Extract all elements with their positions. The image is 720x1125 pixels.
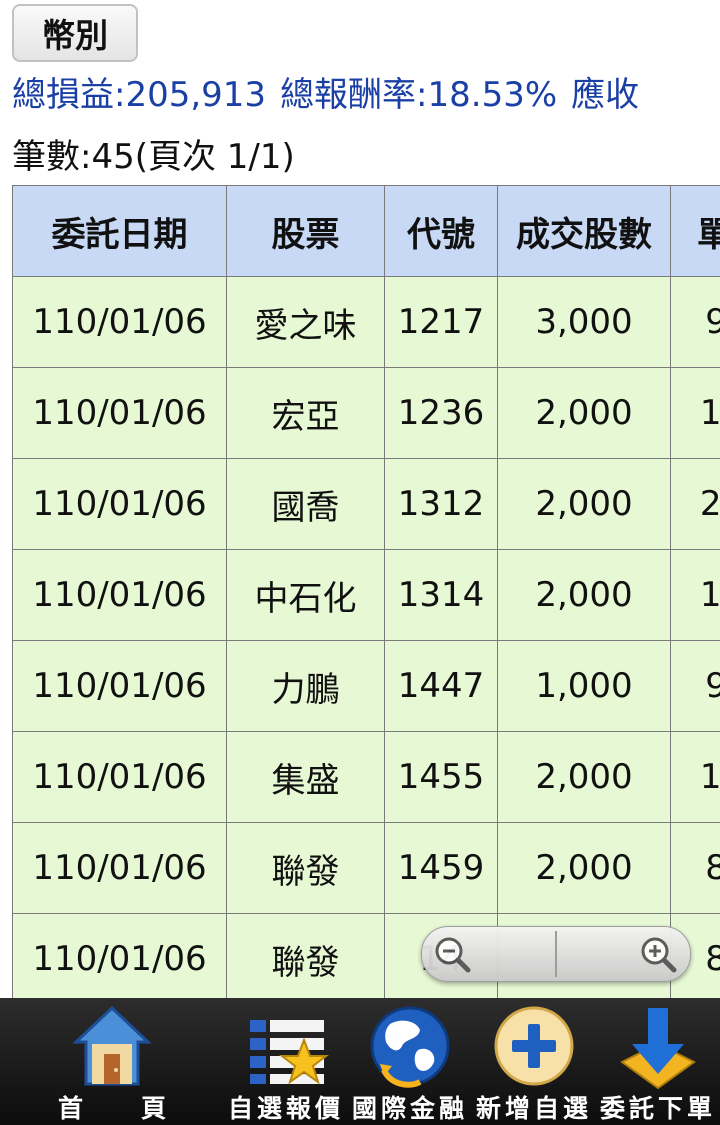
cell-name[interactable]: 集盛 (226, 731, 385, 823)
summary-line: 總損益:205,913 總報酬率:18.53% 應收 (12, 70, 653, 120)
cell-name[interactable]: 愛之味 (226, 276, 385, 368)
globe-icon (360, 998, 460, 1088)
table-row[interactable]: 110/01/06國喬13122,00024 (12, 458, 720, 550)
cell-code: 1455 (384, 731, 498, 823)
total-return: 總報酬率:18.53% (280, 75, 558, 115)
table-row[interactable]: 110/01/06中石化13142,00011 (12, 549, 720, 641)
plus-icon (484, 998, 584, 1086)
nav-add-watchlist-label: 新增自選 (476, 1094, 593, 1123)
nav-place-order-label: 委託下單 (600, 1094, 717, 1123)
cell-price: 10 (670, 731, 720, 823)
column-header-code[interactable]: 代號 (384, 185, 498, 277)
receivable: 應收 (571, 75, 640, 115)
watchlist-star-icon (236, 998, 336, 1085)
page: 幣別 總損益:205,913 總報酬率:18.53% 應收 筆數:45(頁次 1/1… (0, 0, 720, 1125)
table-row[interactable]: 110/01/06愛之味12173,0009. (12, 276, 720, 368)
cell-price: 14 (670, 367, 720, 459)
cell-shares: 2,000 (497, 549, 671, 641)
cell-shares: 2,000 (497, 458, 671, 550)
table-header-row: 委託日期 股票 代號 成交股數 單 (12, 185, 720, 277)
cell-date: 110/01/06 (12, 458, 227, 550)
cell-name[interactable]: 國喬 (226, 458, 385, 550)
zoom-out-button[interactable] (422, 927, 555, 981)
cell-date: 110/01/06 (12, 640, 227, 732)
nav-watchlist-quotes[interactable]: 自選報價 (224, 998, 348, 1125)
cell-date: 110/01/06 (12, 913, 227, 1005)
bottom-nav: 首頁 自選報價 國際金融 新增自選 委託下單 (0, 998, 720, 1125)
cell-price: 9. (670, 640, 720, 732)
cell-shares: 2,000 (497, 367, 671, 459)
cell-shares: 3,000 (497, 276, 671, 368)
column-header-date[interactable]: 委託日期 (12, 185, 227, 277)
cell-date: 110/01/06 (12, 731, 227, 823)
nav-home-label: 首頁 (58, 1094, 225, 1123)
cell-date: 110/01/06 (12, 367, 227, 459)
cell-shares: 2,000 (497, 822, 671, 914)
zoom-out-icon (435, 937, 471, 973)
nav-international-finance[interactable]: 國際金融 (348, 998, 472, 1125)
zoom-in-icon (641, 937, 677, 973)
table-row[interactable]: 110/01/06聯發14592,0008. (12, 822, 720, 914)
cell-name[interactable]: 力鵬 (226, 640, 385, 732)
order-table: 委託日期 股票 代號 成交股數 單 110/01/06愛之味12173,0009… (12, 185, 720, 1005)
cell-name[interactable]: 聯發 (226, 822, 385, 914)
download-arrow-icon (608, 998, 708, 1090)
cell-code: 1236 (384, 367, 498, 459)
currency-button[interactable]: 幣別 (12, 4, 138, 62)
table-row[interactable]: 110/01/06力鵬14471,0009. (12, 640, 720, 732)
column-header-price[interactable]: 單 (670, 185, 720, 277)
home-icon (62, 998, 162, 1086)
column-header-stock[interactable]: 股票 (226, 185, 385, 277)
cell-shares: 2,000 (497, 731, 671, 823)
cell-price: 24 (670, 458, 720, 550)
nav-add-watchlist[interactable]: 新增自選 (472, 998, 596, 1125)
cell-name[interactable]: 宏亞 (226, 367, 385, 459)
cell-date: 110/01/06 (12, 822, 227, 914)
table-row[interactable]: 110/01/06宏亞12362,00014 (12, 367, 720, 459)
nav-international-finance-label: 國際金融 (352, 1094, 469, 1123)
table-row[interactable]: 110/01/06集盛14552,00010 (12, 731, 720, 823)
cell-name[interactable]: 中石化 (226, 549, 385, 641)
nav-watchlist-quotes-label: 自選報價 (228, 1094, 345, 1123)
record-count: 筆數:45(頁次 1/1) (12, 137, 295, 177)
cell-name[interactable]: 聯發 (226, 913, 385, 1005)
cell-price: 8. (670, 822, 720, 914)
cell-code: 1314 (384, 549, 498, 641)
total-pnl: 總損益:205,913 (12, 75, 267, 115)
cell-price: 9. (670, 276, 720, 368)
nav-home[interactable]: 首頁 (0, 998, 224, 1125)
cell-code: 1447 (384, 640, 498, 732)
cell-code: 1217 (384, 276, 498, 368)
column-header-shares[interactable]: 成交股數 (497, 185, 671, 277)
zoom-control (421, 926, 691, 982)
cell-date: 110/01/06 (12, 276, 227, 368)
cell-shares: 1,000 (497, 640, 671, 732)
nav-place-order[interactable]: 委託下單 (596, 998, 720, 1125)
cell-code: 1312 (384, 458, 498, 550)
cell-code: 1459 (384, 822, 498, 914)
zoom-in-button[interactable] (557, 927, 690, 981)
cell-date: 110/01/06 (12, 549, 227, 641)
cell-price: 11 (670, 549, 720, 641)
